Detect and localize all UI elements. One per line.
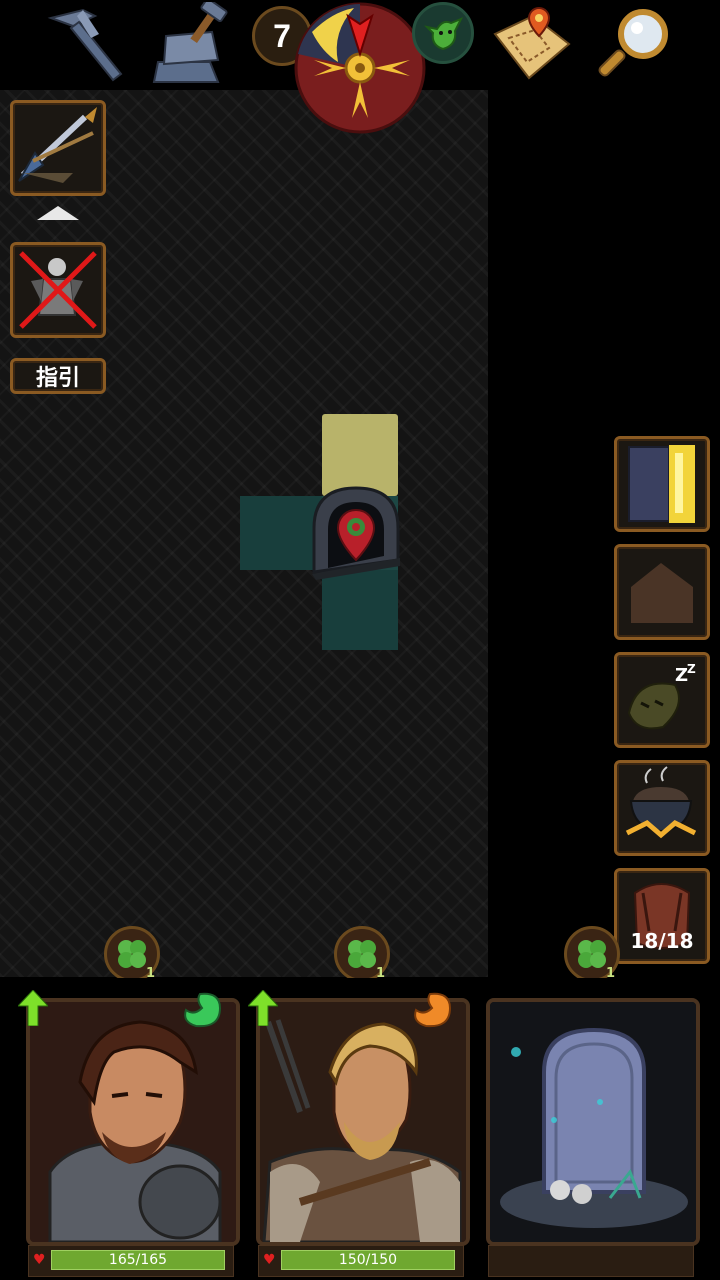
arrows-icon xyxy=(18,107,97,183)
guide-button[interactable]: 指引 xyxy=(10,358,106,394)
dungeon-map[interactable] xyxy=(0,90,488,977)
anvil-icon xyxy=(152,2,228,83)
pickaxe-icon xyxy=(47,8,123,82)
hp-value: 150/150 xyxy=(338,1252,398,1268)
level-up-arrow-icon[interactable] xyxy=(246,989,280,1027)
magnifier-button[interactable] xyxy=(590,0,680,88)
guide-label: 指引 xyxy=(35,366,80,391)
hp-value: 165/165 xyxy=(108,1252,168,1268)
clover-badge[interactable]: 1 xyxy=(564,926,620,982)
hero-card-hunter[interactable] xyxy=(256,998,470,1246)
stomach-hungry-icon xyxy=(410,990,454,1030)
cook-button[interactable] xyxy=(614,760,710,856)
hp-fill: 150/150 xyxy=(281,1250,455,1270)
hero-hp-bar: ♥ 150/150 xyxy=(258,1245,464,1277)
clover-badge[interactable]: 1 xyxy=(104,926,160,982)
magnifier-icon xyxy=(598,9,668,77)
heart-icon: ♥ xyxy=(33,1252,46,1268)
rest-button[interactable]: Z Z xyxy=(614,652,710,748)
equipped-weapon-slot[interactable] xyxy=(10,100,106,196)
day-counter-value: 7 xyxy=(273,17,291,54)
goblin-face-icon xyxy=(423,17,463,51)
cooking-pot-icon xyxy=(625,766,697,839)
sleep-icon: Z Z xyxy=(627,662,696,730)
tombstone-icon xyxy=(490,1002,696,1242)
backpack-button[interactable]: 18/18 xyxy=(614,868,710,964)
fallen-hero-card[interactable] xyxy=(486,998,700,1246)
open-door-icon xyxy=(628,445,695,523)
warrior-portrait xyxy=(30,1002,236,1242)
hero-hp-bar: ♥ 165/165 xyxy=(28,1245,234,1277)
water-tile-bottom[interactable] xyxy=(322,570,398,650)
svg-text:Z: Z xyxy=(687,662,696,676)
house-silhouette-icon xyxy=(631,563,693,623)
pickaxe-button[interactable] xyxy=(40,0,130,88)
stomach-full-icon xyxy=(180,990,224,1030)
anvil-button[interactable] xyxy=(145,0,235,88)
camp-button[interactable] xyxy=(614,544,710,640)
exit-door-button[interactable] xyxy=(614,436,710,532)
collapse-arrow-icon[interactable] xyxy=(37,206,79,220)
goblin-button[interactable] xyxy=(412,2,474,64)
hero-card-warrior[interactable] xyxy=(26,998,240,1246)
heart-icon: ♥ xyxy=(263,1252,276,1268)
day-night-compass[interactable] xyxy=(292,2,428,136)
hp-fill: 165/165 xyxy=(51,1250,225,1270)
map-scroll-icon xyxy=(493,6,571,80)
crossed-skeleton-icon xyxy=(19,251,97,329)
map-button[interactable] xyxy=(486,0,576,88)
carry-capacity: 18/18 xyxy=(630,929,694,953)
level-up-arrow-icon[interactable] xyxy=(16,989,50,1027)
empty-hp-bar xyxy=(488,1245,694,1277)
portal-arch-icon[interactable] xyxy=(306,480,406,580)
day-night-compass-icon xyxy=(294,2,426,134)
disabled-enemy-slot[interactable] xyxy=(10,242,106,338)
clover-badge[interactable]: 1 xyxy=(334,926,390,982)
hunter-portrait xyxy=(260,1002,466,1242)
